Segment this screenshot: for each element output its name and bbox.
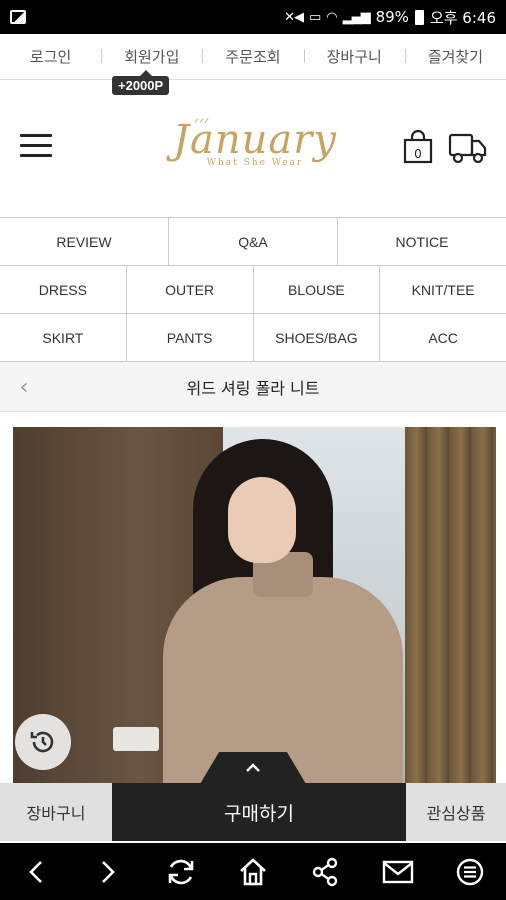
product-image[interactable] <box>13 427 496 785</box>
status-bar: ✕◀ ▭ ◠ ▂▄▆ 89% 오후 6:46 <box>0 0 506 785</box>
menu-acc[interactable]: ACC <box>380 314 506 361</box>
buy-now-button[interactable]: 구매하기 <box>112 783 406 841</box>
menu-review[interactable]: REVIEW <box>0 218 169 265</box>
wifi-icon: ◠ <box>326 9 337 25</box>
site-header: ᐟᐟᐟ January What She Wear 0 <box>0 82 506 216</box>
forward-arrow-icon[interactable] <box>88 852 128 892</box>
hamburger-icon[interactable] <box>20 134 52 158</box>
add-to-cart-button[interactable]: 장바구니 <box>0 783 112 841</box>
clock: 오후 6:46 <box>429 8 496 27</box>
order-lookup-link[interactable]: 주문조회 <box>202 46 303 67</box>
menu-skirt[interactable]: SKIRT <box>0 314 127 361</box>
logo-spark-icon: ᐟᐟᐟ <box>194 116 210 130</box>
cart-link[interactable]: 장바구니 <box>303 46 405 67</box>
photo-socket <box>113 727 159 751</box>
shopping-bag-icon[interactable]: 0 <box>403 130 433 164</box>
menu-knit-tee[interactable]: KNIT/TEE <box>380 266 506 313</box>
browser-nav-bar <box>0 843 506 900</box>
top-links: 로그인 회원가입 주문조회 장바구니 즐겨찾기 <box>0 34 506 80</box>
wishlist-button[interactable]: 관심상품 <box>406 783 506 841</box>
menu-pants[interactable]: PANTS <box>127 314 254 361</box>
volte-icon: ▭ <box>308 9 321 25</box>
category-menu: REVIEW Q&A NOTICE DRESS OUTER BLOUSE KNI… <box>0 217 506 362</box>
login-link[interactable]: 로그인 <box>0 46 101 67</box>
photo-model-face <box>228 477 296 563</box>
purchase-action-bar: 장바구니 구매하기 관심상품 <box>0 783 506 841</box>
signup-link[interactable]: 회원가입 <box>101 46 202 67</box>
mute-icon: ✕◀ <box>284 9 304 25</box>
category-row-1: DRESS OUTER BLOUSE KNIT/TEE <box>0 266 506 314</box>
menu-circle-icon[interactable] <box>450 852 490 892</box>
menu-notice[interactable]: NOTICE <box>338 218 506 265</box>
menu-shoes-bag[interactable]: SHOES/BAG <box>254 314 381 361</box>
mail-icon[interactable] <box>378 852 418 892</box>
truck-icon[interactable] <box>448 132 488 164</box>
category-row-board: REVIEW Q&A NOTICE <box>0 218 506 266</box>
site-logo[interactable]: ᐟᐟᐟ January What She Wear <box>160 114 350 184</box>
refresh-icon[interactable] <box>161 852 201 892</box>
favorites-link[interactable]: 즐겨찾기 <box>404 46 506 67</box>
back-arrow-icon[interactable] <box>16 852 56 892</box>
battery-icon <box>414 9 424 25</box>
signal-icon: ▂▄▆ <box>342 9 371 25</box>
history-icon[interactable] <box>15 714 71 770</box>
chevron-left-icon[interactable]: ‹ <box>12 375 36 400</box>
product-title: 위드 셔링 폴라 니트 <box>186 378 320 398</box>
home-icon[interactable] <box>233 852 273 892</box>
battery-percent: 89% <box>375 8 409 26</box>
share-icon[interactable] <box>305 852 345 892</box>
image-notification-icon <box>10 10 26 24</box>
menu-outer[interactable]: OUTER <box>127 266 254 313</box>
product-title-bar: ‹ 위드 셔링 폴라 니트 <box>0 362 506 412</box>
cart-count: 0 <box>414 147 422 161</box>
menu-blouse[interactable]: BLOUSE <box>254 266 381 313</box>
category-row-2: SKIRT PANTS SHOES/BAG ACC <box>0 314 506 362</box>
photo-curtain <box>405 427 496 785</box>
menu-dress[interactable]: DRESS <box>0 266 127 313</box>
menu-qna[interactable]: Q&A <box>169 218 338 265</box>
